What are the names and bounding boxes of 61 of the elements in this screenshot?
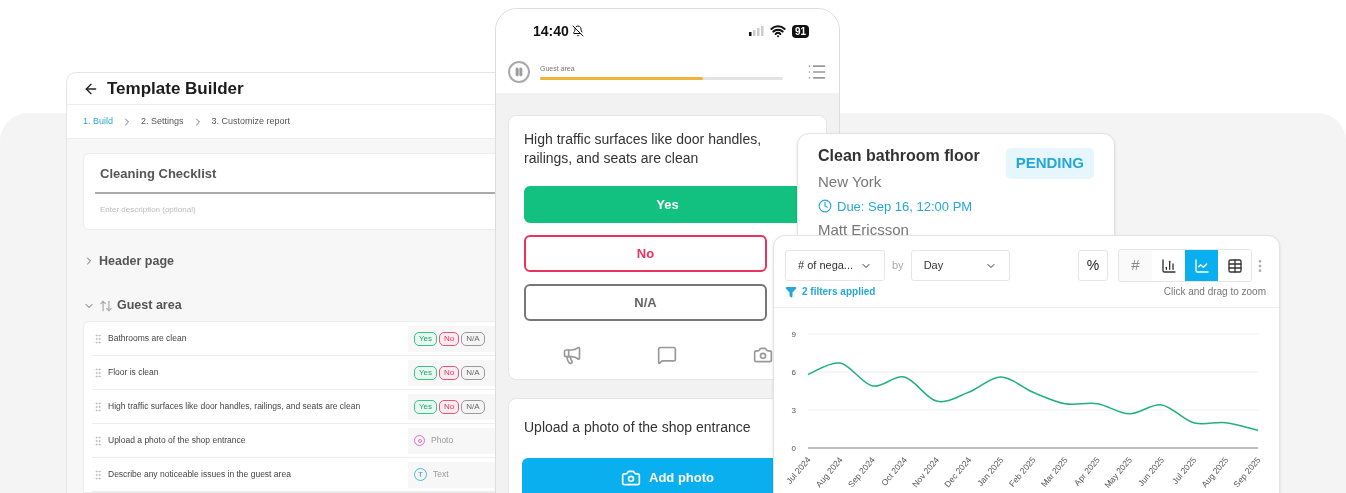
pause-icon (514, 67, 524, 77)
comment-icon[interactable] (657, 345, 678, 365)
assignee-name: Matt Ericsson (818, 220, 910, 240)
y-tick-label: 9 (791, 330, 797, 339)
question-text: Upload a photo of the shop entrance (523, 418, 752, 437)
task-location: New York (818, 172, 883, 192)
drag-handle-icon[interactable] (92, 468, 104, 481)
question-label: Upload a photo of the shop entrance (108, 434, 247, 447)
step-tab[interactable]: 3. Customize report (211, 114, 291, 129)
answer-chip: Yes (414, 331, 438, 346)
drag-handle-icon[interactable] (92, 332, 104, 345)
task-title: Clean bathroom floor (818, 146, 981, 166)
bar-chart-icon (1160, 257, 1177, 274)
signal-icon (748, 26, 764, 36)
section-title: Header page (99, 252, 175, 270)
answer-chip: N/A (461, 365, 485, 380)
y-tick-label: 6 (791, 368, 797, 377)
answer-chip: N/A (461, 399, 485, 414)
pause-button[interactable] (508, 61, 530, 83)
y-tick-label: 3 (791, 406, 797, 415)
line-chart-icon (1193, 257, 1210, 274)
step-tab[interactable]: 2. Settings (141, 114, 184, 129)
wifi-icon (769, 23, 786, 39)
answer-button[interactable]: N/A (524, 284, 767, 321)
clock-icon (818, 199, 832, 214)
percent-button[interactable]: % (1078, 250, 1108, 281)
answer-chip: No (439, 365, 460, 380)
status-badge: PENDING (1005, 148, 1094, 179)
answer-chip: No (439, 399, 460, 414)
type-label: Text (433, 468, 449, 481)
type-label: Photo (431, 434, 454, 447)
silent-icon (571, 25, 584, 37)
by-label: by (892, 258, 904, 274)
section-title: Guest area (117, 297, 182, 315)
drag-handle-icon[interactable] (92, 434, 104, 447)
question-text: High traffic surfaces like door handles, railings, and seats are clean (524, 130, 763, 168)
question-label: Floor is clean (108, 366, 160, 379)
reorder-icon[interactable] (99, 298, 113, 313)
question-label: Describe any noticeable issues in the guest area (108, 468, 292, 481)
question-label: High traffic surfaces like door handles, railings, and seats are clean (108, 400, 362, 413)
table-icon (1226, 257, 1243, 274)
answer-chip: Yes (414, 399, 438, 414)
interval-dropdown[interactable]: Day (910, 250, 1010, 281)
zoom-hint: Click and drag to zoom (1163, 285, 1266, 299)
y-tick-label: 0 (791, 444, 797, 453)
list-icon[interactable] (807, 62, 827, 82)
answer-chip: Yes (414, 365, 438, 380)
drag-handle-icon[interactable] (92, 366, 104, 379)
count-view-button[interactable]: # (1119, 250, 1152, 281)
megaphone-icon[interactable] (561, 345, 582, 365)
battery-level: 91 (791, 24, 809, 38)
answer-button[interactable]: No (524, 235, 767, 272)
clock-time: 14:40 (533, 21, 569, 41)
answer-chip: No (439, 331, 460, 346)
drag-handle-icon[interactable] (92, 400, 104, 413)
answer-chip: N/A (461, 331, 485, 346)
question-label: Bathrooms are clean (108, 332, 188, 345)
due-date: Due: Sep 16, 12:00 PM (837, 197, 973, 216)
metric-dropdown[interactable]: # of nega... (785, 250, 885, 281)
filter-icon (785, 285, 797, 298)
window-title: Template Builder (107, 77, 244, 100)
